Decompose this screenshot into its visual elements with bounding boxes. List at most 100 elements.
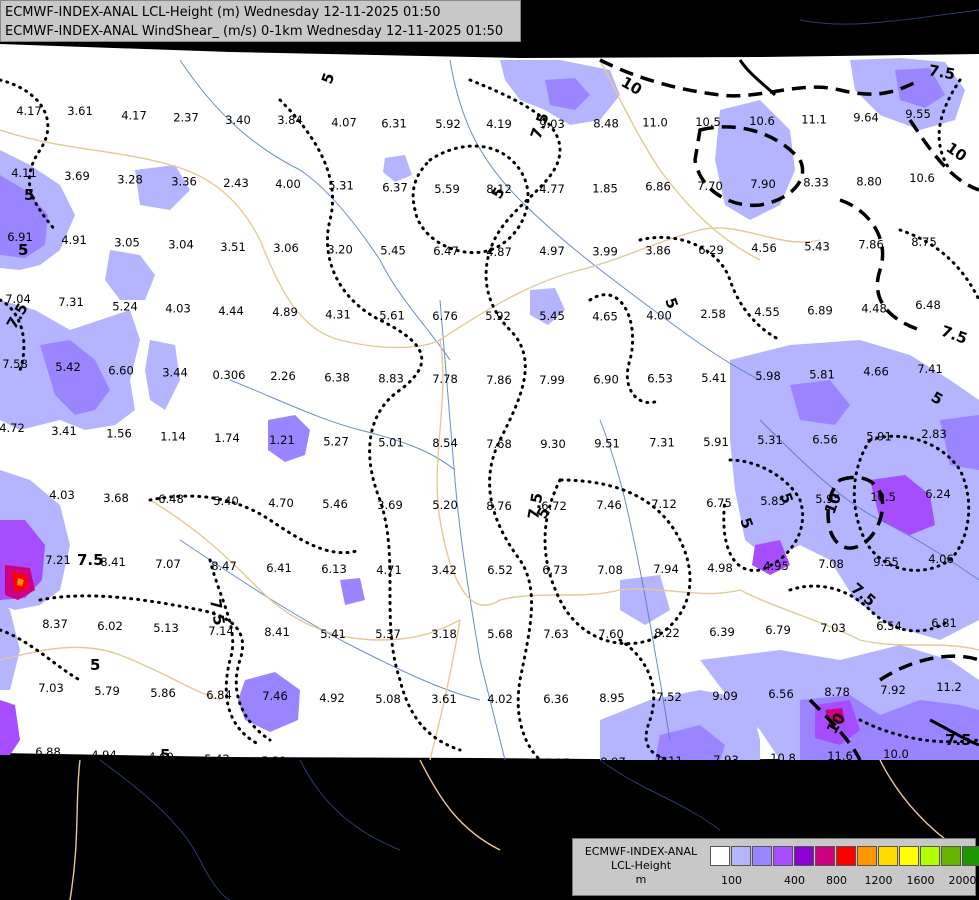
windshear-value: 8.48 (593, 116, 619, 130)
windshear-value: 11.0 (642, 116, 668, 130)
windshear-value: 3.40 (225, 113, 251, 127)
windshear-value: 7.52 (656, 690, 682, 704)
windshear-value: 2.37 (173, 111, 199, 125)
windshear-value: 4.44 (218, 304, 244, 318)
windshear-value: 5.42 (55, 360, 81, 374)
windshear-value: 3.05 (114, 235, 140, 249)
windshear-value: 4.11 (11, 166, 37, 180)
windshear-value: 8.80 (856, 175, 882, 189)
windshear-value: 5.20 (432, 498, 458, 512)
windshear-value: 5.61 (379, 309, 405, 323)
windshear-value: 9.55 (873, 555, 899, 569)
windshear-value: 6.79 (765, 623, 791, 637)
windshear-value: 4.71 (376, 563, 402, 577)
windshear-value: 7.08 (597, 563, 623, 577)
windshear-value: 7.03 (38, 681, 64, 695)
windshear-value: 7.90 (750, 177, 776, 191)
windshear-value: 4.07 (331, 115, 357, 129)
weather-map[interactable]: 55 5555555557.57.57.57.57.57.57.57.57.510… (0, 0, 979, 900)
legend-swatch (899, 846, 919, 866)
windshear-value: 6.53 (647, 372, 673, 386)
windshear-value: 7.46 (262, 689, 288, 703)
legend-swatch (752, 846, 772, 866)
windshear-value: 5.86 (150, 686, 176, 700)
legend-swatch (878, 846, 898, 866)
windshear-value: 8.41 (264, 625, 290, 639)
windshear-value: 6.72 (541, 499, 567, 513)
legend-variable: LCL-Height (610, 859, 672, 872)
windshear-value: 4.31 (325, 307, 351, 321)
windshear-value: 3.86 (645, 244, 671, 258)
windshear-value: 9.09 (712, 689, 738, 703)
windshear-value: 6.37 (382, 181, 408, 195)
windshear-value: 1.14 (160, 430, 186, 444)
windshear-value: 2.55 (374, 756, 400, 770)
windshear-value: 3.61 (67, 104, 93, 118)
windshear-value: 6.41 (266, 561, 292, 575)
legend-swatch (710, 846, 730, 866)
windshear-value: 8.76 (486, 499, 512, 513)
windshear-value: 6.56 (768, 687, 794, 701)
windshear-value: 3.28 (117, 172, 143, 186)
windshear-value: 8.75 (911, 235, 937, 249)
windshear-value: 4.60 (148, 750, 174, 764)
windshear-value: 6.02 (97, 619, 123, 633)
windshear-value: 5.01 (378, 436, 404, 450)
windshear-value: 5.40 (213, 494, 239, 508)
windshear-value: 3.06 (273, 241, 299, 255)
windshear-value: 4.00 (275, 177, 301, 191)
windshear-value: 8.37 (42, 617, 68, 631)
legend-tick: 2000 (948, 874, 977, 887)
legend-swatch (731, 846, 751, 866)
windshear-value: 4.97 (539, 244, 565, 258)
windshear-value: 5.27 (323, 434, 349, 448)
legend-unit: m (635, 873, 647, 886)
windshear-value: 2.58 (700, 307, 726, 321)
windshear-value: 7.68 (486, 437, 512, 451)
windshear-value: 10.5 (870, 490, 896, 504)
windshear-value: 11.1 (801, 112, 827, 126)
windshear-value: 8.12 (486, 182, 512, 196)
legend-model: ECMWF-INDEX-ANAL (584, 845, 698, 858)
windshear-value: 3.42 (431, 563, 457, 577)
windshear-value: 4.92 (319, 691, 345, 705)
legend-tick: 800 (826, 874, 847, 887)
windshear-value: 2.43 (223, 176, 249, 190)
windshear-value: 5.43 (804, 239, 830, 253)
windshear-value: 8.41 (100, 555, 126, 569)
windshear-value: 4.00 (646, 309, 672, 323)
windshear-value: 4.98 (707, 561, 733, 575)
windshear-value: 4.14 (317, 755, 343, 769)
windshear-value: 6.56 (812, 432, 838, 446)
windshear-value: 6.73 (542, 563, 568, 577)
windshear-value: 6.52 (487, 563, 513, 577)
windshear-value: 9.64 (853, 111, 879, 125)
windshear-value: 5.42 (204, 752, 230, 766)
windshear-value: 2.26 (270, 369, 296, 383)
windshear-value: 7.12 (651, 497, 677, 511)
windshear-value: 6.38 (324, 370, 350, 384)
legend-tick: 400 (784, 874, 805, 887)
windshear-value: 6.81 (931, 616, 957, 630)
windshear-value: 7.78 (432, 372, 458, 386)
windshear-value: 3.41 (51, 424, 77, 438)
windshear-value: 4.19 (486, 117, 512, 131)
windshear-value: 7.07 (155, 557, 181, 571)
windshear-value: 6.47 (433, 244, 459, 258)
windshear-value: 10.5 (695, 115, 721, 129)
windshear-value: 4.48 (861, 302, 887, 316)
windshear-value: 5.81 (809, 367, 835, 381)
windshear-value: 5.13 (153, 621, 179, 635)
windshear-value: 6.75 (706, 496, 732, 510)
legend-ticks: 100 400 800 1200 1600 2000 (710, 874, 977, 888)
windshear-value: 7.04 (5, 292, 31, 306)
windshear-value: 7.58 (2, 357, 28, 371)
windshear-value: 6.24 (925, 487, 951, 501)
windshear-value: 3.16 (431, 756, 457, 770)
legend-swatches (710, 846, 979, 866)
windshear-value: 8.47 (211, 559, 237, 573)
windshear-value: 3.44 (162, 366, 188, 380)
windshear-value: 5.45 (539, 309, 565, 323)
windshear-value: 5.41 (320, 627, 346, 641)
windshear-value: 6.31 (381, 117, 407, 131)
